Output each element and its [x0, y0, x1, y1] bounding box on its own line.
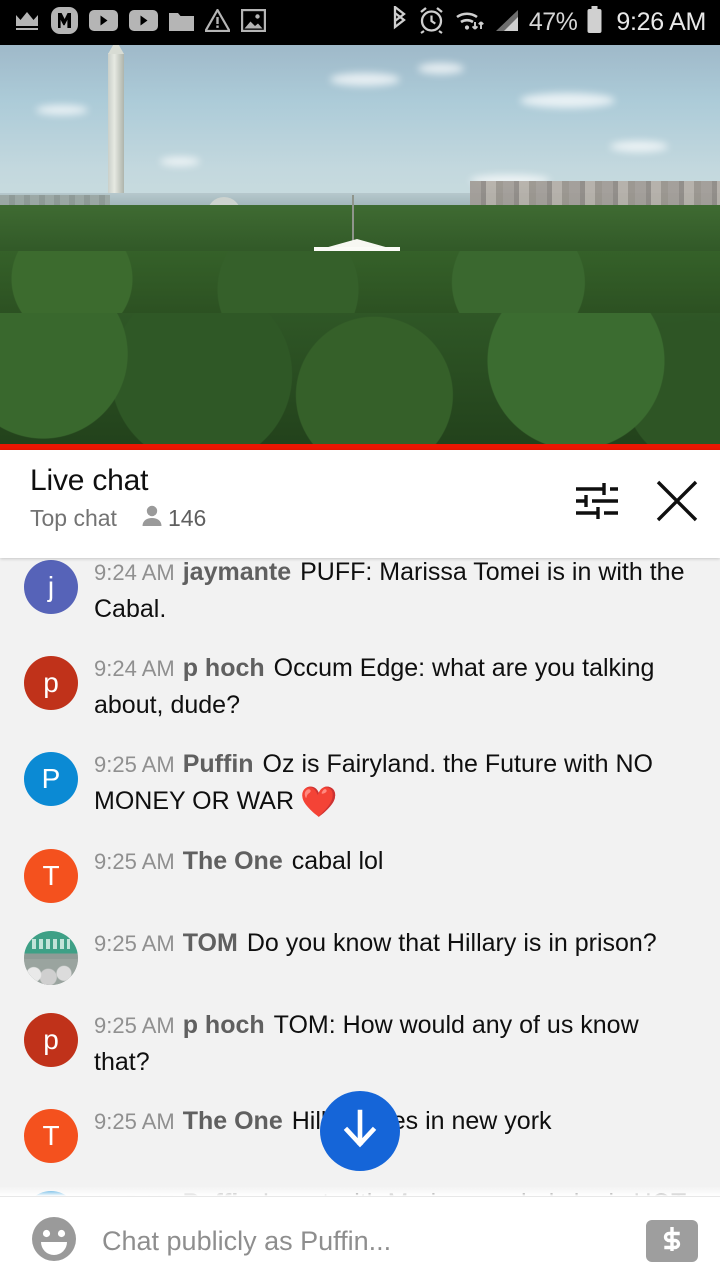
- message-author[interactable]: Puffin: [183, 1189, 254, 1196]
- message-time: 9:24 AM: [94, 560, 175, 585]
- message-time: 9:25 AM: [94, 849, 175, 874]
- message-author[interactable]: TOM: [183, 929, 238, 957]
- avatar[interactable]: [24, 931, 78, 985]
- status-bar: 47% 9:26 AM: [0, 0, 720, 45]
- dollar-superchat-icon: [657, 1224, 687, 1259]
- avatar[interactable]: j: [24, 560, 78, 614]
- chat-composer: [0, 1196, 720, 1280]
- message-time: 9:25 AM: [94, 1109, 175, 1134]
- person-icon: [141, 504, 163, 532]
- cloud: [520, 93, 615, 108]
- message-text: TOM: How would any of us know that?: [94, 1011, 639, 1076]
- viewer-count-group: 146: [141, 504, 206, 532]
- message-body: 9:25 AMPuffinI want with Marissas cabal …: [94, 1185, 696, 1196]
- emoji-smiley-icon[interactable]: [30, 1215, 78, 1268]
- chat-message[interactable]: p 9:24 AM p hoch Occum Edge: what are you …: [0, 650, 720, 724]
- avatar[interactable]: T: [24, 849, 78, 903]
- message-body: 9:24 AM p hoch Occum Edge: what are you ta…: [94, 650, 696, 724]
- washington-monument: [108, 45, 124, 205]
- folder-icon: [169, 10, 194, 36]
- cloud: [36, 105, 88, 115]
- message-time: 9:24 AM: [94, 656, 175, 681]
- chat-title: Live chat: [30, 464, 149, 497]
- chat-message[interactable]: j 9:24 AM jaymante PUFF: Marissa Tomei is …: [0, 558, 720, 628]
- chat-message[interactable]: P 9:25 AMPuffinI want with Marissas caba…: [0, 1185, 720, 1196]
- alarm-clock-icon: [418, 6, 445, 39]
- message-author[interactable]: The One: [183, 847, 283, 875]
- status-bar-left-icons: [14, 6, 267, 39]
- youtube-play-icon-1: [89, 9, 118, 36]
- cloud: [610, 141, 668, 152]
- arrow-down-icon: [339, 1107, 381, 1156]
- treeline-near: [0, 313, 720, 450]
- video-scene-whitehouse: [0, 45, 720, 450]
- avatar[interactable]: T: [24, 1109, 78, 1163]
- message-time: 9:25 AM: [94, 1013, 175, 1038]
- crown-icon: [14, 9, 40, 36]
- avatar[interactable]: P: [24, 752, 78, 806]
- tune-sliders-icon[interactable]: [574, 480, 620, 527]
- message-author[interactable]: jaymante: [183, 558, 291, 586]
- message-text: Do you know that Hillary is in prison?: [246, 929, 657, 957]
- battery-percent-label: 47%: [528, 8, 578, 36]
- cloud: [418, 63, 464, 74]
- avatar[interactable]: p: [24, 1013, 78, 1067]
- cloud: [160, 157, 200, 166]
- image-icon: [240, 8, 267, 37]
- message-time: 9:25 AM: [94, 752, 175, 777]
- message-body: 9:25 AM The One cabal lol: [94, 843, 696, 903]
- treeline-mid: [0, 251, 720, 321]
- bluetooth-icon: [390, 4, 409, 39]
- avatar[interactable]: p: [24, 656, 78, 710]
- scroll-to-bottom-button[interactable]: [320, 1091, 400, 1171]
- chat-input[interactable]: [102, 1225, 646, 1257]
- chat-header-text: Live chat Top chat 146: [30, 464, 206, 532]
- message-time: 9:25 AM: [94, 931, 175, 956]
- youtube-play-icon-2: [129, 9, 158, 36]
- message-author[interactable]: The One: [183, 1107, 283, 1135]
- message-body: 9:24 AM jaymante PUFF: Marissa Tomei is in…: [94, 558, 696, 628]
- status-bar-right-icons: 47% 9:26 AM: [390, 4, 706, 39]
- message-author[interactable]: p hoch: [183, 1011, 265, 1039]
- message-body: 9:25 AM TOM Do you know that Hillary is in…: [94, 925, 696, 985]
- chat-header-actions: [574, 464, 700, 529]
- cloud: [330, 73, 400, 86]
- message-author[interactable]: Puffin: [183, 750, 254, 778]
- battery-icon: [586, 6, 603, 39]
- message-text: I want with Marissas cabal she is HOT: [263, 1189, 687, 1196]
- video-player[interactable]: [0, 45, 720, 450]
- close-x-icon[interactable]: [654, 478, 700, 529]
- wifi-icon: [454, 7, 484, 38]
- chat-message[interactable]: T 9:25 AM The One cabal lol: [0, 843, 720, 903]
- message-author[interactable]: p hoch: [183, 654, 265, 682]
- chat-mode-label[interactable]: Top chat: [30, 505, 117, 532]
- message-text: Occum Edge: what are you talking about, …: [94, 654, 655, 719]
- message-body: 9:25 AM p hoch TOM: How would any of us kn…: [94, 1007, 696, 1081]
- chat-subrow: Top chat 146: [30, 504, 206, 532]
- message-text: cabal lol: [291, 847, 384, 875]
- chat-message[interactable]: p 9:25 AM p hoch TOM: How would any of us …: [0, 1007, 720, 1081]
- chat-message[interactable]: P 9:25 AM Puffin Oz is Fairyland. the Futu…: [0, 746, 720, 821]
- live-chat-header: Live chat Top chat 146: [0, 450, 720, 558]
- viewer-count-label: 146: [167, 504, 207, 531]
- status-bar-clock: 9:26 AM: [616, 8, 706, 36]
- superchat-button[interactable]: [646, 1220, 698, 1262]
- heart-emoji: ❤️: [300, 786, 338, 819]
- chat-message[interactable]: 9:25 AM TOM Do you know that Hillary is in…: [0, 925, 720, 985]
- messenger-m-icon: [51, 6, 78, 39]
- cellular-signal-icon: [493, 8, 520, 38]
- message-body: 9:25 AM Puffin Oz is Fairyland. the Future…: [94, 746, 696, 821]
- message-text: Oz is Fairyland. the Future with NO MONE…: [94, 750, 653, 815]
- warning-triangle-icon: [203, 7, 232, 37]
